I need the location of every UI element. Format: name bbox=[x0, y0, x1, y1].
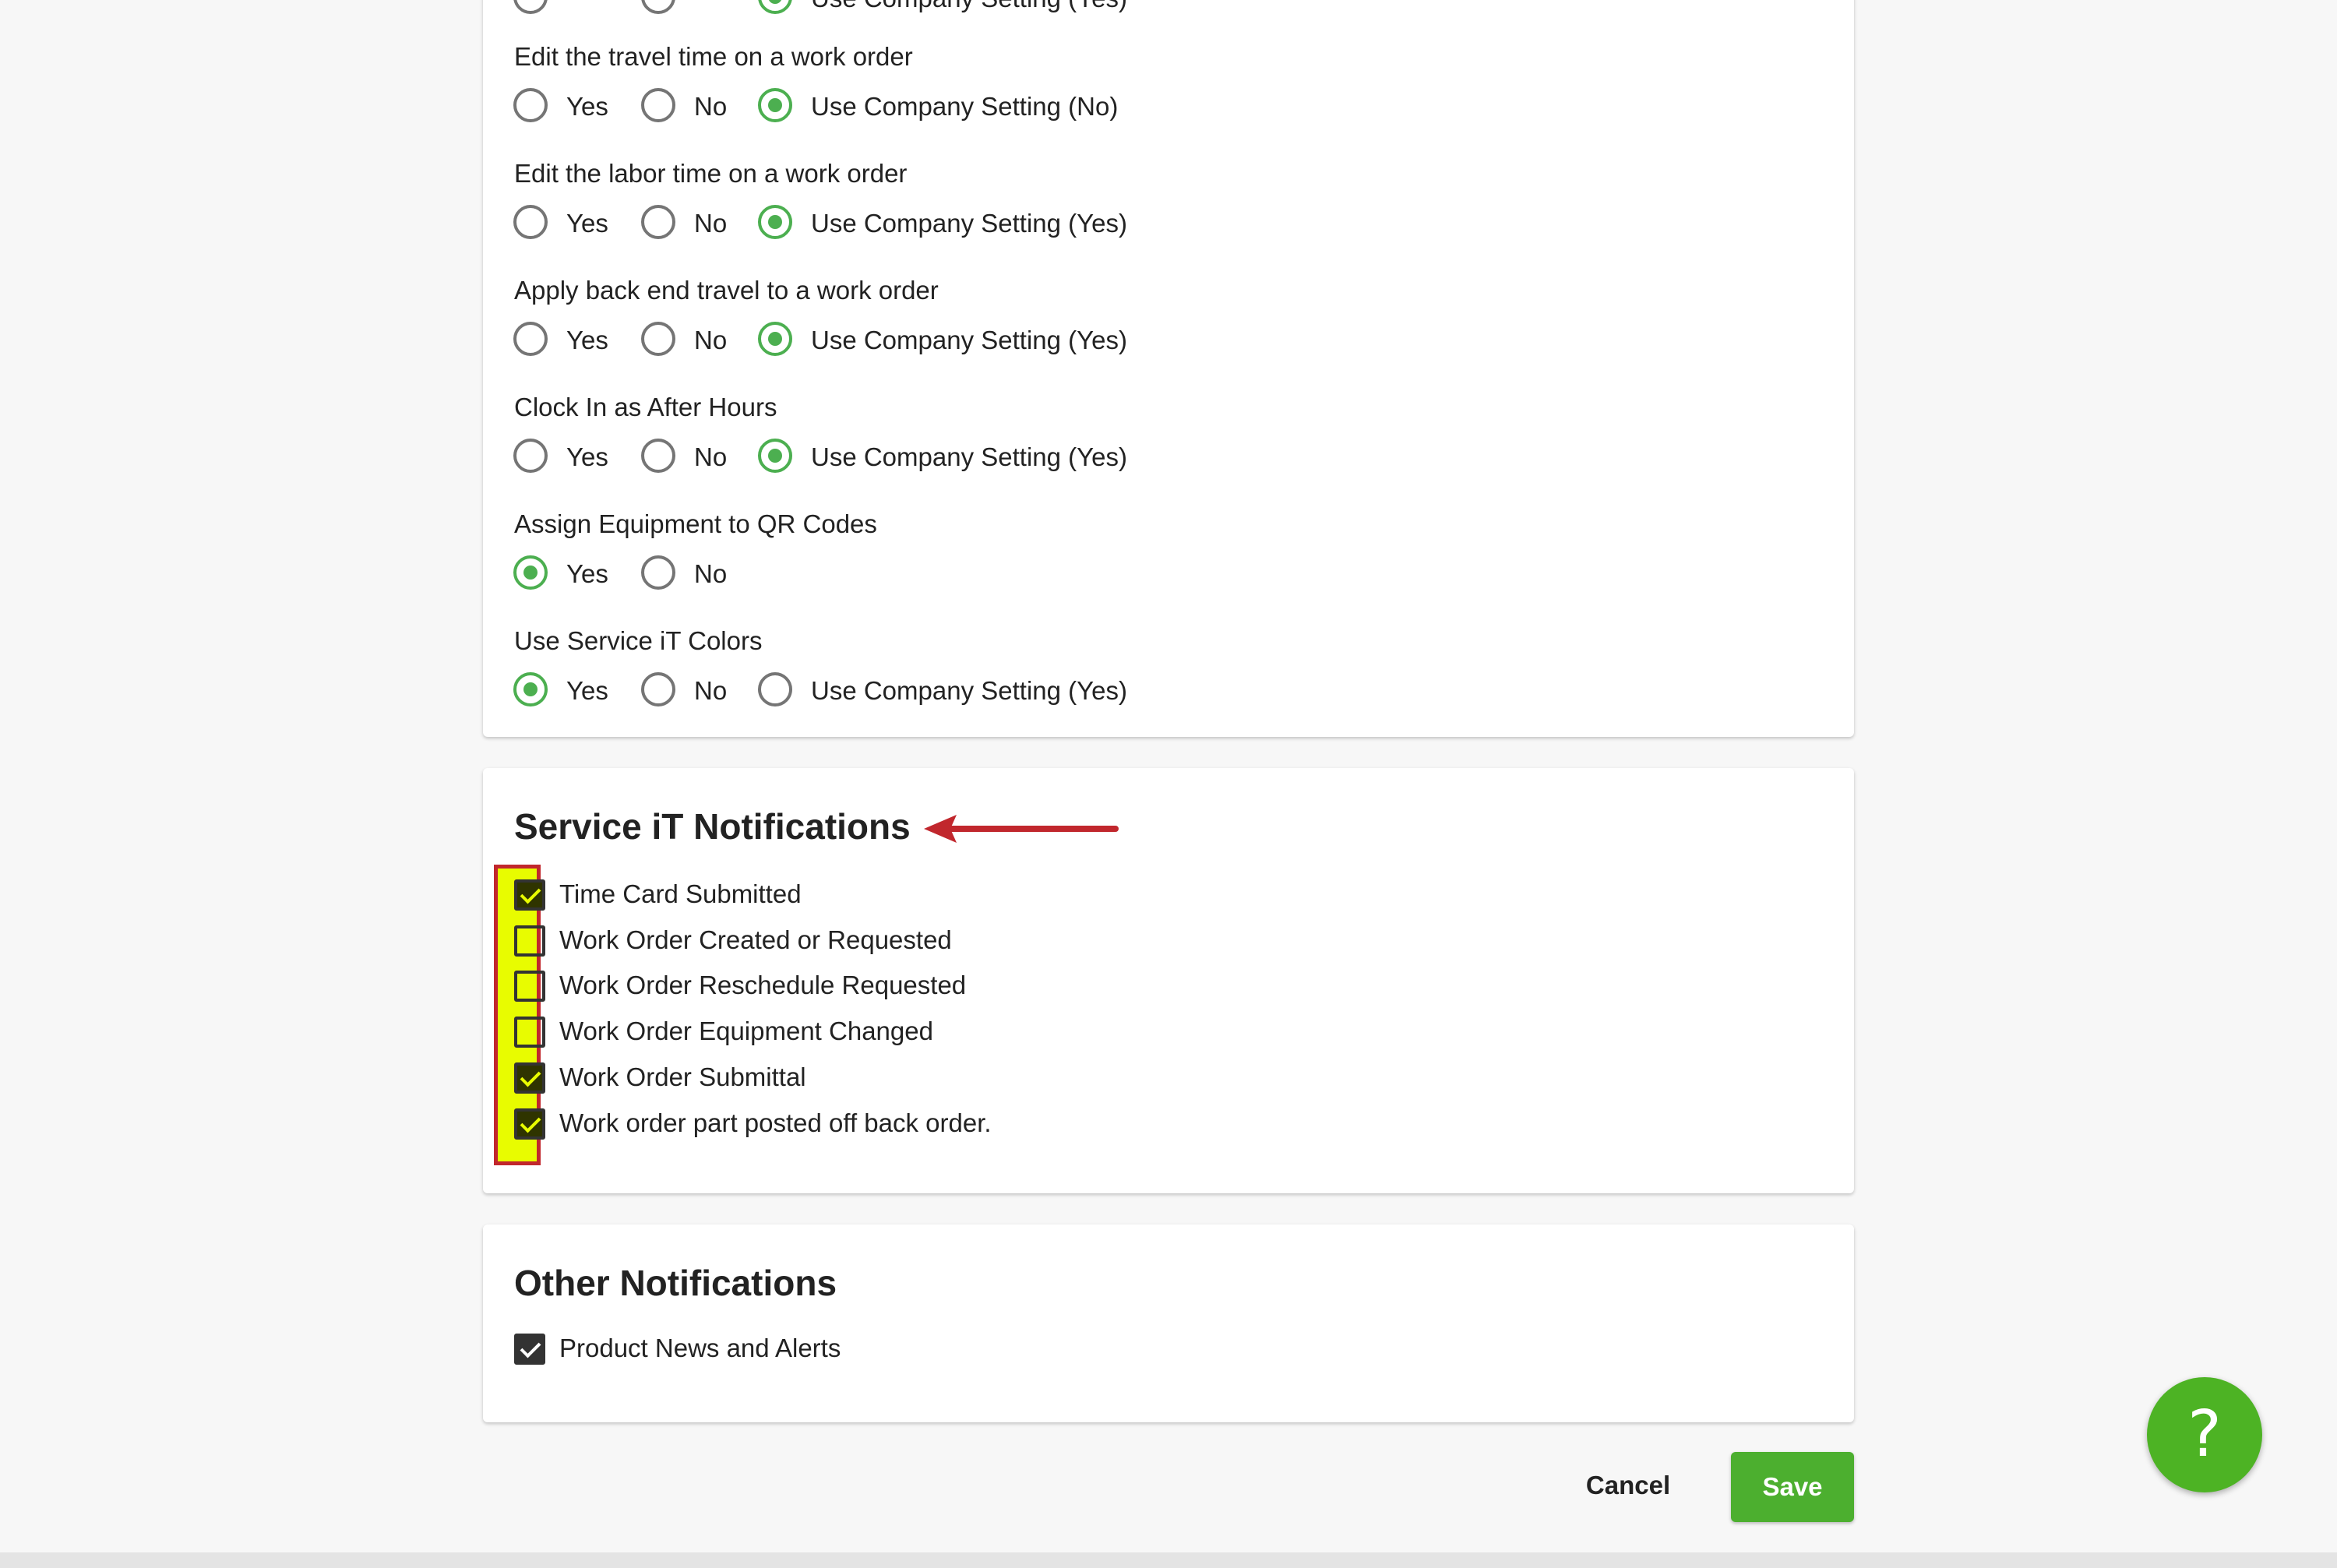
radio-option-label: Yes bbox=[566, 559, 608, 588]
service-notifications-card: Service iT Notifications Time Card Submi… bbox=[483, 768, 1854, 1193]
checkbox-label: Work Order Equipment Changed bbox=[559, 1017, 933, 1046]
checkbox[interactable] bbox=[514, 925, 545, 957]
checkbox[interactable] bbox=[514, 1108, 545, 1140]
radio-button[interactable] bbox=[641, 439, 675, 473]
radio-button[interactable] bbox=[513, 439, 548, 473]
cancel-button[interactable]: Cancel bbox=[1566, 1450, 1690, 1520]
radio-button[interactable] bbox=[641, 322, 675, 356]
checkbox[interactable] bbox=[514, 1334, 545, 1365]
radio-option-label: No bbox=[694, 676, 728, 705]
bottom-scroll-bar bbox=[0, 1552, 2337, 1568]
radio-option-label: Use Company Setting (Yes) bbox=[811, 209, 1127, 238]
checkbox[interactable] bbox=[514, 971, 545, 1002]
other-notifications-title: Other Notifications bbox=[514, 1263, 837, 1303]
radio-button[interactable] bbox=[641, 88, 675, 122]
radio-option-label: Use Company Setting (Yes) bbox=[811, 326, 1127, 354]
radio-option-label: No bbox=[694, 442, 728, 471]
radio-option-label: No bbox=[694, 92, 728, 121]
radio-option-label: Yes bbox=[566, 326, 608, 354]
radio-option-label: Yes bbox=[566, 92, 608, 121]
checkbox-label: Time Card Submitted bbox=[559, 879, 802, 908]
radio-button[interactable] bbox=[758, 0, 792, 14]
setting-label: Apply back end travel to a work order bbox=[514, 276, 939, 305]
radio-option-label: Use Company Setting (Yes) bbox=[811, 676, 1127, 705]
radio-option-label: Use Company Setting (No) bbox=[811, 92, 1119, 121]
setting-label: Use Service iT Colors bbox=[514, 626, 763, 655]
radio-option-label: Yes bbox=[566, 209, 608, 238]
checkbox[interactable] bbox=[514, 1062, 545, 1094]
checkbox-label: Work Order Reschedule Requested bbox=[559, 971, 967, 1000]
radio-option-label: Yes bbox=[566, 442, 608, 471]
radio-button[interactable] bbox=[758, 322, 792, 356]
radio-button[interactable] bbox=[513, 88, 548, 122]
radio-button[interactable] bbox=[513, 555, 548, 590]
radio-button[interactable] bbox=[641, 672, 675, 706]
checkbox-label: Work Order Submittal bbox=[559, 1062, 806, 1091]
checkbox-label: Work Order Created or Requested bbox=[559, 925, 952, 954]
checkbox-label: Product News and Alerts bbox=[559, 1334, 841, 1362]
setting-label: Assign Equipment to QR Codes bbox=[514, 509, 877, 538]
checkbox[interactable] bbox=[514, 879, 545, 911]
radio-button[interactable] bbox=[513, 672, 548, 706]
radio-button[interactable] bbox=[758, 672, 792, 706]
help-button[interactable]: ? bbox=[2147, 1377, 2262, 1492]
setting-label: Clock In as After Hours bbox=[514, 393, 777, 421]
question-mark-icon: ? bbox=[2187, 1397, 2222, 1471]
radio-option-label: Use Company Setting (Yes) bbox=[811, 0, 1127, 13]
radio-button[interactable] bbox=[758, 205, 792, 239]
checkbox-label: Work order part posted off back order. bbox=[559, 1108, 992, 1137]
radio-option-label: No bbox=[694, 209, 728, 238]
setting-label: Edit the labor time on a work order bbox=[514, 159, 908, 188]
annotation-arrow-icon bbox=[924, 815, 1119, 843]
radio-button[interactable] bbox=[641, 205, 675, 239]
settings-card: Use Company Setting (Yes) Edit the trave… bbox=[483, 0, 1854, 737]
other-notifications-card: Other Notifications Product News and Ale… bbox=[483, 1224, 1854, 1422]
save-button[interactable]: Save bbox=[1731, 1452, 1854, 1522]
radio-option-label: Use Company Setting (Yes) bbox=[811, 442, 1127, 471]
radio-button[interactable] bbox=[513, 0, 548, 14]
radio-option-label: Yes bbox=[566, 676, 608, 705]
radio-button[interactable] bbox=[513, 205, 548, 239]
checkbox[interactable] bbox=[514, 1017, 545, 1048]
service-notifications-title: Service iT Notifications bbox=[514, 806, 911, 847]
radio-option-label: No bbox=[694, 559, 728, 588]
radio-button[interactable] bbox=[641, 0, 675, 14]
radio-button[interactable] bbox=[758, 439, 792, 473]
radio-option-label: No bbox=[694, 326, 728, 354]
radio-button[interactable] bbox=[513, 322, 548, 356]
radio-button[interactable] bbox=[758, 88, 792, 122]
radio-button[interactable] bbox=[641, 555, 675, 590]
setting-label: Edit the travel time on a work order bbox=[514, 42, 913, 71]
